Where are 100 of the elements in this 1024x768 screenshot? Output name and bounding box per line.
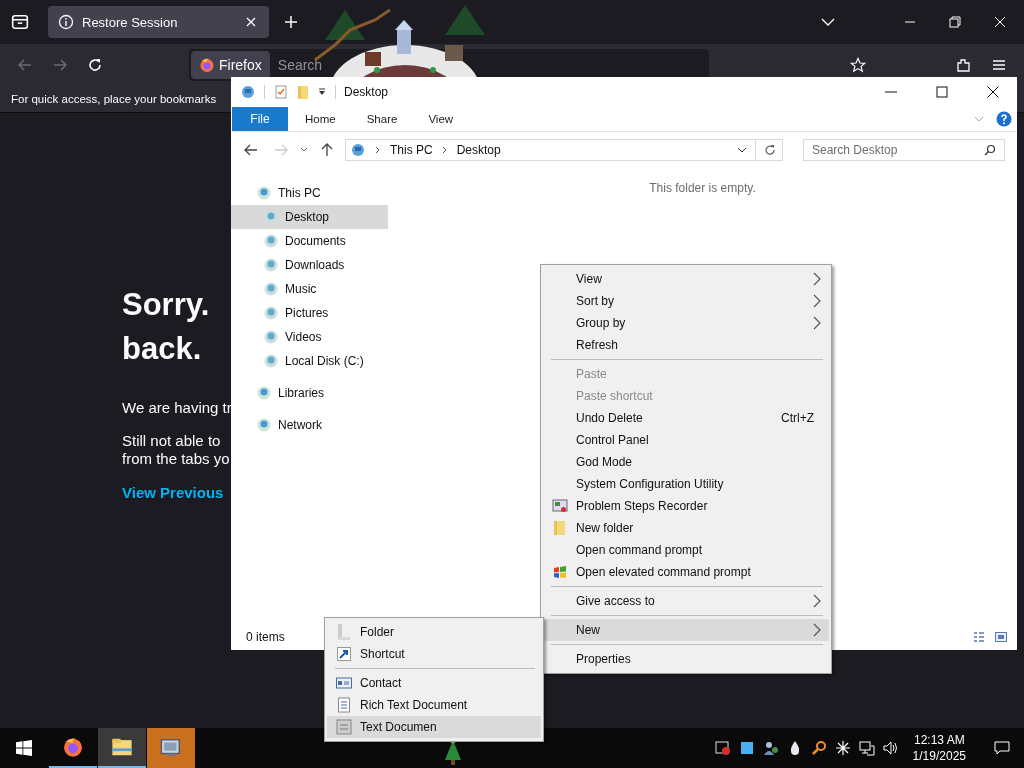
refresh-icon[interactable] <box>764 144 776 156</box>
menu-item[interactable]: View <box>543 268 829 290</box>
folder-icon <box>111 736 133 758</box>
nav-item[interactable]: Libraries <box>231 381 388 405</box>
ribbon-tab[interactable]: Share <box>352 107 412 131</box>
bookmarks-hint: For quick access, place your bookmarks <box>11 93 217 105</box>
contact-card-icon <box>335 675 352 691</box>
network-person-icon[interactable] <box>762 740 779 756</box>
nav-item[interactable]: Desktop <box>231 205 388 229</box>
back-arrow-icon[interactable] <box>243 142 259 158</box>
menu-item[interactable]: Control Panel <box>543 429 829 451</box>
nav-item[interactable]: Documents <box>231 229 388 253</box>
empty-folder-message: This folder is empty. <box>649 181 756 195</box>
maximize-icon[interactable] <box>936 86 948 98</box>
menu-item[interactable]: New folder <box>543 517 829 539</box>
menu-item[interactable]: New <box>543 619 829 641</box>
menu-item[interactable]: Open elevated command prompt <box>543 561 829 583</box>
orb-icon <box>263 209 279 225</box>
close-icon[interactable] <box>987 86 999 98</box>
new-tab-icon[interactable] <box>283 14 299 30</box>
url-field[interactable]: Search <box>277 57 322 73</box>
identity-button[interactable]: Firefox <box>191 51 270 79</box>
file-tab[interactable]: File <box>232 107 288 131</box>
tab-title: Restore Session <box>82 14 179 30</box>
forward-arrow-icon[interactable] <box>52 57 68 73</box>
nav-item[interactable]: Downloads <box>231 253 388 277</box>
alert-icon[interactable] <box>714 740 731 756</box>
nav-item[interactable]: Network <box>231 413 388 437</box>
bookmark-star-icon[interactable] <box>850 57 866 73</box>
monitor-tool-icon <box>160 737 182 759</box>
help-text: Still not able to <box>122 432 221 450</box>
menu-item[interactable]: God Mode <box>543 451 829 473</box>
menu-item[interactable]: Shortcut <box>327 643 541 665</box>
nav-item[interactable]: This PC <box>231 181 388 205</box>
windows-flag-icon <box>551 564 568 580</box>
snowflake-icon[interactable] <box>834 740 851 756</box>
properties-icon[interactable] <box>273 84 289 100</box>
error-heading: back. <box>122 330 202 368</box>
window-title: Desktop <box>344 85 389 99</box>
view-previous-tabs-link[interactable]: View Previous <box>122 484 224 501</box>
menu-item[interactable]: Undo Delete Ctrl+Z <box>543 407 829 429</box>
menu-item[interactable]: System Configuration Utility <box>543 473 829 495</box>
search-field[interactable]: Search Desktop <box>803 139 1005 161</box>
menu-item[interactable]: Give access to <box>543 590 829 612</box>
nav-item[interactable]: Videos <box>231 325 388 349</box>
menu-item[interactable]: Text Documen <box>327 716 541 738</box>
menu-icon[interactable] <box>991 57 1007 73</box>
restore-icon[interactable] <box>949 16 961 28</box>
details-view-icon[interactable] <box>973 631 985 643</box>
chevron-down-icon[interactable] <box>737 145 747 155</box>
menu-item[interactable]: Sort by <box>543 290 829 312</box>
clock[interactable]: 12:13 AM 1/19/2025 <box>912 732 966 764</box>
breadcrumb-chevron-icon[interactable] <box>374 146 382 154</box>
ribbon-tab[interactable]: View <box>414 107 468 131</box>
network-icon[interactable] <box>858 740 875 756</box>
search-icon[interactable] <box>810 740 827 756</box>
menu-item[interactable]: Contact <box>327 672 541 694</box>
search-icon[interactable] <box>984 144 996 156</box>
reload-icon[interactable] <box>87 57 103 73</box>
menu-item[interactable]: Properties <box>543 648 829 670</box>
info-icon <box>58 14 74 30</box>
close-tab-icon[interactable] <box>245 16 257 28</box>
ribbon-tab[interactable]: Home <box>291 107 350 131</box>
menu-item[interactable]: Rich Text Document <box>327 694 541 716</box>
nav-item[interactable]: Music <box>231 277 388 301</box>
nav-item[interactable]: Pictures <box>231 301 388 325</box>
orb-icon <box>263 305 279 321</box>
firefox-logo-icon <box>62 736 84 758</box>
recorder-icon <box>551 498 568 514</box>
nav-item[interactable]: Local Disk (C:) <box>231 349 388 373</box>
volume-icon[interactable] <box>882 740 899 756</box>
breadcrumb-item[interactable]: Desktop <box>456 143 501 157</box>
menu-item[interactable]: Group by <box>543 312 829 334</box>
menu-item[interactable]: Open command prompt <box>543 539 829 561</box>
orb-icon <box>256 417 272 433</box>
menu-item[interactable]: Folder <box>327 621 541 643</box>
menu-item[interactable]: Refresh <box>543 334 829 356</box>
orb-icon <box>263 329 279 345</box>
menu-item[interactable]: Problem Steps Recorder <box>543 495 829 517</box>
taskbar-app[interactable] <box>147 728 195 768</box>
tab-list-icon[interactable] <box>11 13 29 31</box>
square-icon[interactable] <box>738 740 755 756</box>
windows-logo-icon <box>16 740 32 756</box>
breadcrumb-chevron-icon[interactable] <box>440 146 449 154</box>
notifications-icon[interactable] <box>994 740 1010 756</box>
up-arrow-icon[interactable] <box>319 142 335 158</box>
dropdown-icon[interactable] <box>317 87 327 97</box>
shortcut-hint: Ctrl+Z <box>781 411 814 425</box>
orb-icon <box>263 281 279 297</box>
error-heading: Sorry. <box>122 286 210 324</box>
help-icon[interactable] <box>996 111 1012 127</box>
this-pc-icon[interactable] <box>240 84 256 100</box>
browser-tab[interactable]: Restore Session <box>48 6 269 38</box>
shortcut-icon <box>335 646 352 662</box>
extensions-icon[interactable] <box>956 57 972 73</box>
address-bar[interactable]: This PC Desktop <box>345 139 783 161</box>
taskbar-app[interactable] <box>98 728 146 768</box>
large-icons-view-icon[interactable] <box>995 631 1007 643</box>
orb-icon <box>263 233 279 249</box>
breadcrumb-item[interactable]: This PC <box>390 143 433 157</box>
